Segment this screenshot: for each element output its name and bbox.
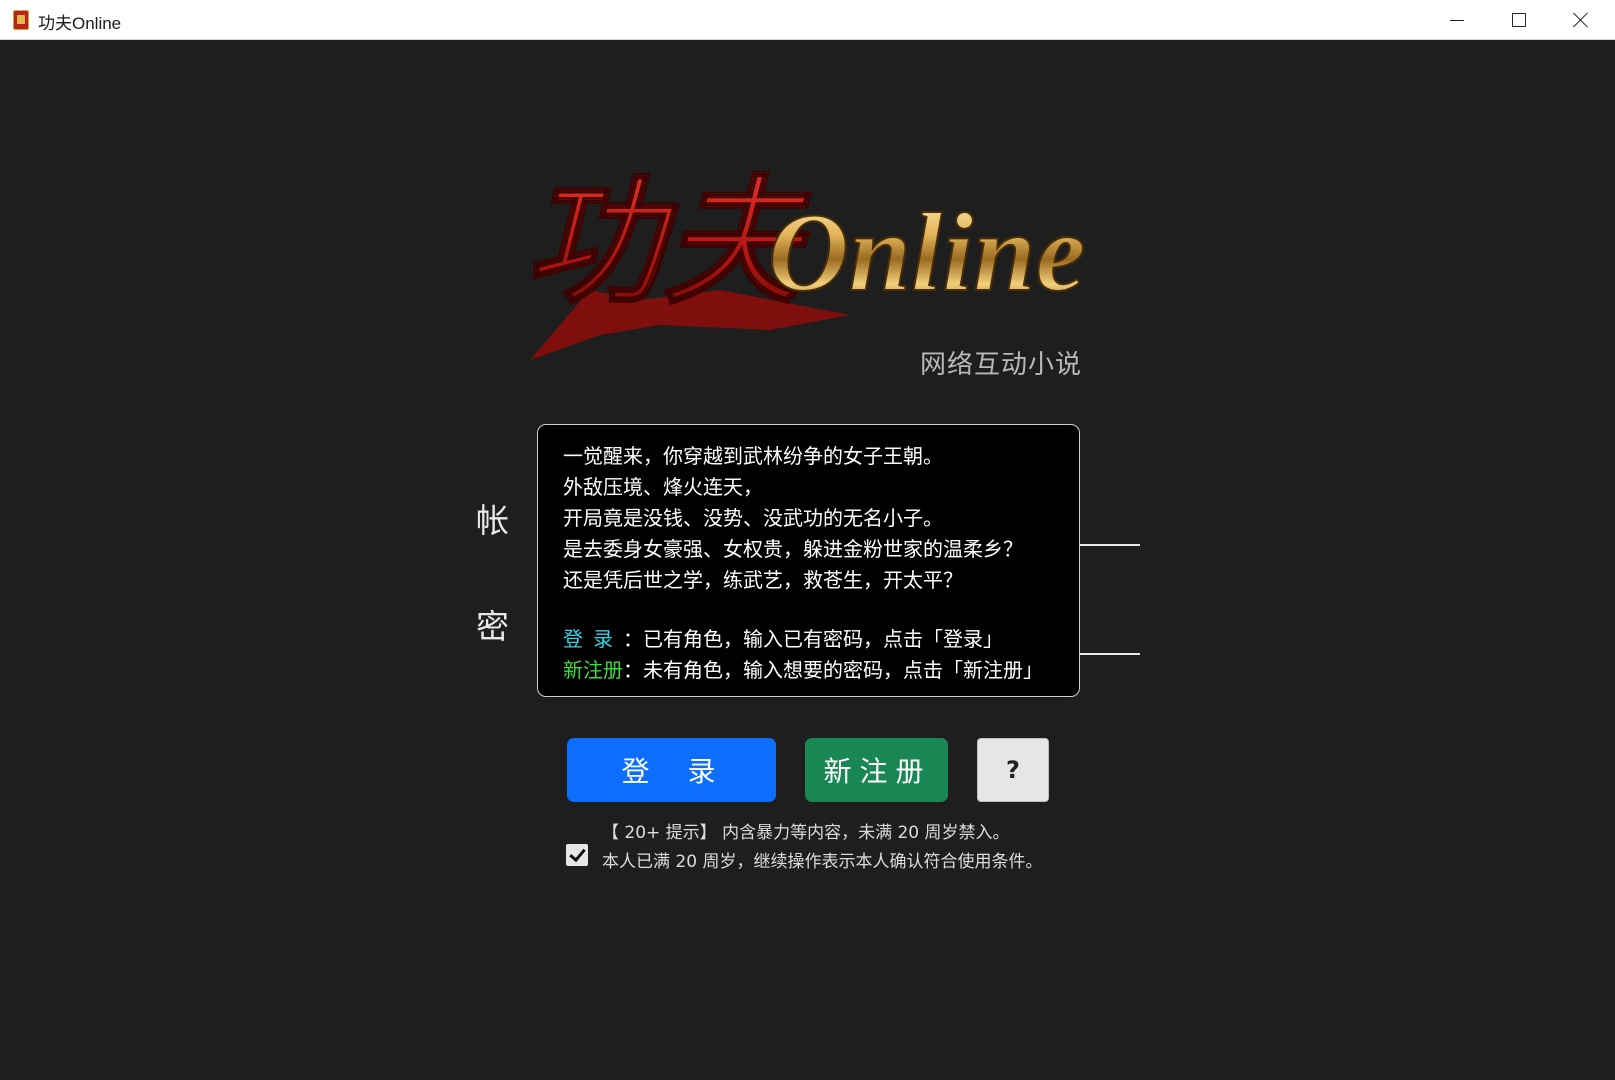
- account-label: 帐: [476, 501, 509, 540]
- intro-line: 还是凭后世之学，练武艺，救苍生，开太平？: [563, 568, 963, 592]
- minimize-icon: [1450, 19, 1464, 21]
- title-bar: 功夫Online: [0, 0, 1615, 40]
- intro-line: 是去委身女豪强、女权贵，躲进金粉世家的温柔乡？: [563, 537, 1023, 561]
- close-button[interactable]: [1550, 0, 1612, 40]
- register-hint: 新注册：未有角色，输入想要的密码，点击「新注册」: [563, 655, 1079, 686]
- app-window: 功夫Online 功夫 Online 网络互动小说 帐 请输入您的帐号 密 码：…: [0, 0, 1615, 1080]
- close-icon: [1573, 12, 1589, 28]
- app-icon: [13, 10, 29, 30]
- help-button[interactable]: ?: [977, 738, 1049, 802]
- login-button[interactable]: 登录: [567, 738, 776, 802]
- register-button[interactable]: 新注册: [805, 738, 948, 802]
- window-title: 功夫Online: [38, 14, 122, 33]
- minimize-button[interactable]: [1426, 0, 1488, 40]
- age-consent-checkbox[interactable]: [566, 844, 588, 866]
- maximize-icon: [1512, 13, 1526, 27]
- intro-line: 开局竟是没钱、没势、没武功的无名小子。: [563, 506, 943, 530]
- maximize-button[interactable]: [1488, 0, 1550, 40]
- intro-popup: 一觉醒来，你穿越到武林纷争的女子王朝。 外敌压境、烽火连天， 开局竟是没钱、没势…: [537, 424, 1080, 697]
- register-hint-tag: 新注册: [563, 658, 623, 682]
- game-logo: 功夫 Online: [524, 159, 1086, 360]
- age-warning: 【 20+ 提示】 内含暴力等内容，未满 20 周岁禁入。: [602, 823, 1010, 843]
- login-hint-text: ：已有角色，输入已有密码，点击「登录」: [623, 627, 1003, 651]
- logo-subtitle: 网络互动小说: [920, 350, 1083, 380]
- login-hint-tag: 登录: [563, 627, 623, 651]
- password-label: 密: [476, 607, 509, 646]
- logo-english-text: Online: [768, 191, 1085, 315]
- intro-line: 外敌压境、烽火连天，: [563, 475, 763, 499]
- age-consent-text: 本人已满 20 周岁，继续操作表示本人确认符合使用条件。: [602, 852, 1043, 872]
- register-hint-text: ：未有角色，输入想要的密码，点击「新注册」: [623, 658, 1043, 682]
- login-hint: 登录：已有角色，输入已有密码，点击「登录」: [563, 624, 1079, 655]
- intro-line: 一觉醒来，你穿越到武林纷争的女子王朝。: [563, 444, 943, 468]
- checkmark-icon: [568, 844, 586, 863]
